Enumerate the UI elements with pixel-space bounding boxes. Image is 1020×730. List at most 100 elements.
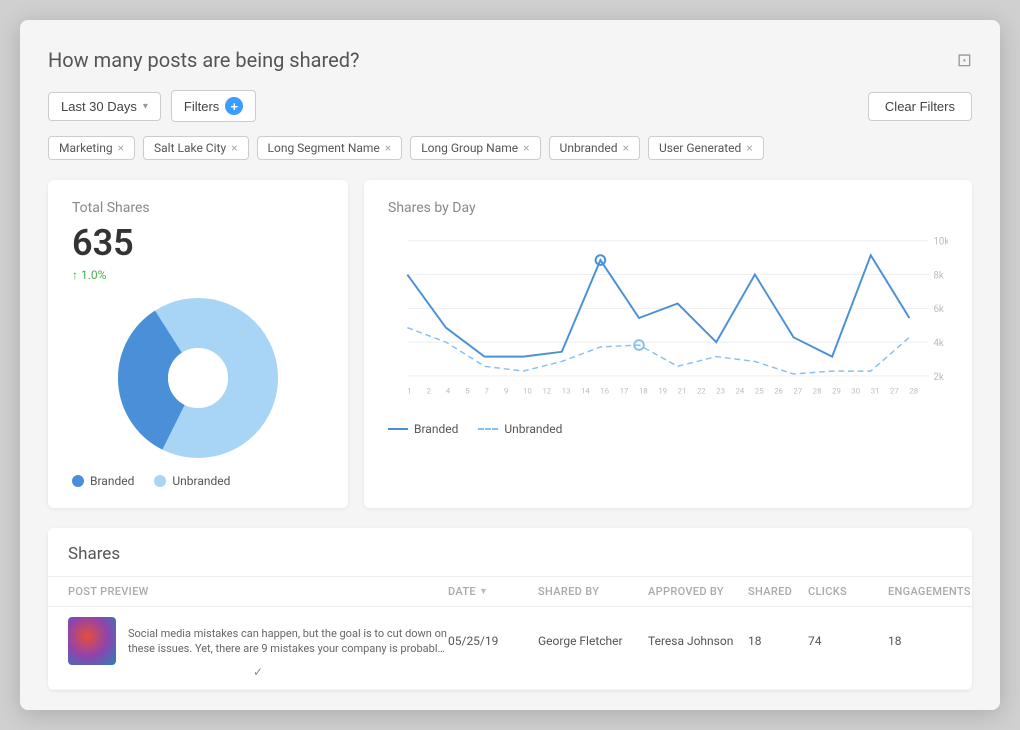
- tag-close-icon[interactable]: ×: [118, 141, 124, 155]
- tag-unbranded: Unbranded ×: [549, 136, 640, 160]
- shares-section-title: Shares: [48, 528, 972, 577]
- table-row: Social media mistakes can happen, but th…: [48, 607, 972, 690]
- trend-up-icon: ↑: [72, 268, 78, 282]
- unbranded-value-label: 400: [204, 372, 226, 387]
- chart-title: Shares by Day: [388, 200, 948, 216]
- chart-legend: Branded Unbranded: [388, 422, 948, 436]
- svg-text:18: 18: [639, 386, 648, 395]
- svg-text:12: 12: [542, 386, 551, 395]
- svg-text:28: 28: [813, 386, 822, 395]
- tag-label: Long Segment Name: [268, 141, 380, 155]
- date-dropdown[interactable]: Last 30 Days ▾: [48, 92, 161, 121]
- cell-shared-by: George Fletcher: [538, 634, 648, 648]
- svg-text:1: 1: [407, 386, 411, 395]
- svg-text:13: 13: [562, 386, 571, 395]
- svg-text:29: 29: [832, 386, 841, 395]
- clear-filters-button[interactable]: Clear Filters: [868, 92, 972, 121]
- tag-close-icon[interactable]: ×: [231, 141, 237, 155]
- col-clicks: Clicks: [808, 585, 888, 598]
- tag-salt-lake-city: Salt Lake City×: [143, 136, 249, 160]
- unbranded-chart-legend: Unbranded: [478, 422, 562, 436]
- chevron-down-icon: ▾: [143, 101, 148, 112]
- post-thumbnail: [68, 617, 116, 665]
- page-title: How many posts are being shared?: [48, 48, 359, 72]
- filters-label: Filters: [184, 99, 219, 114]
- svg-text:21: 21: [678, 386, 687, 395]
- svg-text:6k: 6k: [934, 304, 944, 315]
- svg-text:4: 4: [446, 386, 451, 395]
- col-date[interactable]: Date ▼: [448, 585, 538, 598]
- svg-text:30: 30: [851, 386, 860, 395]
- svg-text:10: 10: [523, 386, 532, 395]
- tag-close-icon[interactable]: ×: [385, 141, 391, 155]
- shares-by-day-card: Shares by Day 10k 8k 6k 4k 2k: [364, 180, 972, 508]
- shares-section: Shares Post Preview Date ▼ Shared By App…: [48, 528, 972, 690]
- svg-text:19: 19: [658, 386, 667, 395]
- add-filter-icon: +: [225, 97, 243, 115]
- sort-icon: ▼: [479, 586, 488, 597]
- tag-close-icon[interactable]: ×: [523, 141, 529, 155]
- col-approved-by: Approved by: [648, 585, 748, 598]
- branded-value-label: 235: [175, 362, 197, 377]
- unbranded-legend-label: Unbranded: [172, 474, 230, 488]
- tag-label: Long Group Name: [421, 141, 518, 155]
- tag-close-icon[interactable]: ×: [746, 141, 752, 155]
- branded-chart-legend: Branded: [388, 422, 458, 436]
- svg-text:22: 22: [697, 386, 706, 395]
- unbranded-line-icon: [478, 428, 498, 430]
- pie-chart: 235 400: [118, 298, 278, 458]
- post-preview-cell: Social media mistakes can happen, but th…: [68, 617, 448, 665]
- tag-user-generated: User Generated×: [648, 136, 764, 160]
- branded-chart-label: Branded: [414, 422, 458, 436]
- table-header: Post Preview Date ▼ Shared By Approved b…: [48, 577, 972, 607]
- cell-date: 05/25/19: [448, 634, 538, 648]
- svg-text:28: 28: [909, 386, 918, 395]
- unbranded-legend-dot: [154, 475, 166, 487]
- tag-label: Marketing: [59, 141, 113, 155]
- branded-legend-dot: [72, 475, 84, 487]
- filters-button[interactable]: Filters +: [171, 90, 256, 122]
- svg-text:4k: 4k: [934, 338, 944, 349]
- cell-shared: 18: [748, 634, 808, 648]
- share-count: 635: [72, 222, 324, 264]
- svg-text:27: 27: [890, 386, 899, 395]
- col-post-preview: Post Preview: [68, 585, 448, 598]
- share-percent: ↑ 1.0%: [72, 268, 324, 282]
- svg-text:10k: 10k: [934, 237, 948, 248]
- pie-chart-container: 235 400: [72, 298, 324, 458]
- svg-text:26: 26: [774, 386, 783, 395]
- branded-line-icon: [388, 428, 408, 430]
- tag-marketing: Marketing ×: [48, 136, 135, 160]
- post-text: Social media mistakes can happen, but th…: [128, 626, 448, 657]
- header-row: How many posts are being shared? ⊡: [48, 48, 972, 72]
- col-shared: Shared: [748, 585, 808, 598]
- tag-close-icon[interactable]: ×: [623, 141, 629, 155]
- svg-text:23: 23: [716, 386, 725, 395]
- export-icon[interactable]: ⊡: [957, 50, 972, 71]
- branded-check-icon: ✓: [68, 665, 448, 679]
- main-window: How many posts are being shared? ⊡ Last …: [20, 20, 1000, 710]
- svg-text:24: 24: [736, 386, 745, 395]
- svg-text:7: 7: [485, 386, 489, 395]
- branded-legend-label: Branded: [90, 474, 134, 488]
- svg-text:17: 17: [620, 386, 629, 395]
- total-shares-card: Total Shares 635 ↑ 1.0% 235: [48, 180, 348, 508]
- svg-text:8k: 8k: [934, 270, 944, 281]
- col-engagements: Engagements: [888, 585, 972, 598]
- tag-long-segment-name: Long Segment Name ×: [257, 136, 403, 160]
- svg-text:9: 9: [504, 386, 508, 395]
- svg-text:27: 27: [794, 386, 803, 395]
- line-chart-svg: 10k 8k 6k 4k 2k 1 2 4 5 7 9 10: [388, 228, 948, 408]
- svg-text:31: 31: [871, 386, 880, 395]
- date-label: Last 30 Days: [61, 99, 137, 114]
- col-shared-by: Shared By: [538, 585, 648, 598]
- total-shares-title: Total Shares: [72, 200, 324, 216]
- tag-label: Unbranded: [560, 141, 618, 155]
- table-body: Social media mistakes can happen, but th…: [48, 607, 972, 690]
- cell-engagements: 18: [888, 634, 972, 648]
- svg-text:5: 5: [465, 386, 470, 395]
- main-content: Total Shares 635 ↑ 1.0% 235: [48, 180, 972, 508]
- unbranded-chart-label: Unbranded: [504, 422, 562, 436]
- tag-long-group-name: Long Group Name ×: [410, 136, 540, 160]
- branded-legend-item: Branded: [72, 474, 134, 488]
